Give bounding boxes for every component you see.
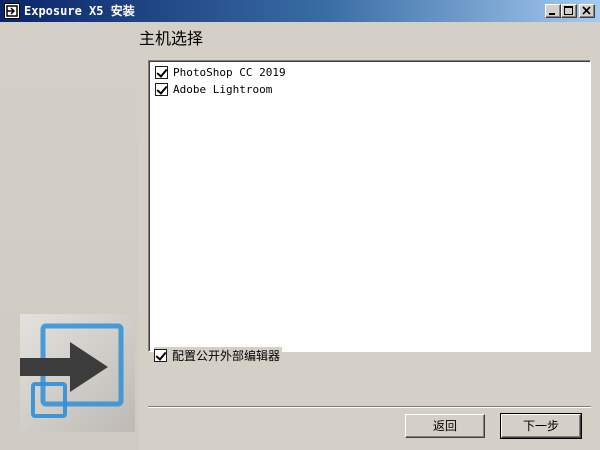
window-title: Exposure X5 安装 bbox=[24, 4, 135, 18]
exposure-logo bbox=[20, 314, 135, 432]
page-title: 主机选择 bbox=[139, 29, 204, 48]
close-button[interactable] bbox=[579, 4, 595, 18]
list-item-label: PhotoShop CC 2019 bbox=[173, 65, 286, 79]
config-external-editor-option[interactable]: 配置公开外部编辑器 bbox=[154, 347, 283, 363]
host-list-box[interactable]: PhotoShop CC 2019 Adobe Lightroom bbox=[148, 60, 591, 352]
checkbox-checked[interactable] bbox=[154, 348, 167, 362]
config-external-editor-label: 配置公开外部编辑器 bbox=[172, 348, 281, 363]
checkbox-checked[interactable] bbox=[155, 82, 168, 96]
list-item-label: Adobe Lightroom bbox=[173, 82, 273, 96]
minimize-button[interactable] bbox=[545, 4, 561, 18]
maximize-icon bbox=[564, 6, 573, 15]
list-item[interactable]: PhotoShop CC 2019 bbox=[155, 64, 286, 80]
maximize-button[interactable] bbox=[561, 4, 577, 18]
next-button[interactable]: 下一步 bbox=[500, 413, 582, 439]
checkbox-checked[interactable] bbox=[155, 65, 168, 79]
title-bar: Exposure X5 安装 bbox=[0, 0, 600, 22]
exposure-logo-icon bbox=[20, 323, 124, 418]
list-item[interactable]: Adobe Lightroom bbox=[155, 81, 272, 97]
app-icon bbox=[4, 3, 20, 19]
divider bbox=[148, 406, 591, 408]
back-button[interactable]: 返回 bbox=[405, 414, 485, 438]
minimize-icon bbox=[549, 13, 555, 15]
close-icon bbox=[582, 6, 591, 15]
